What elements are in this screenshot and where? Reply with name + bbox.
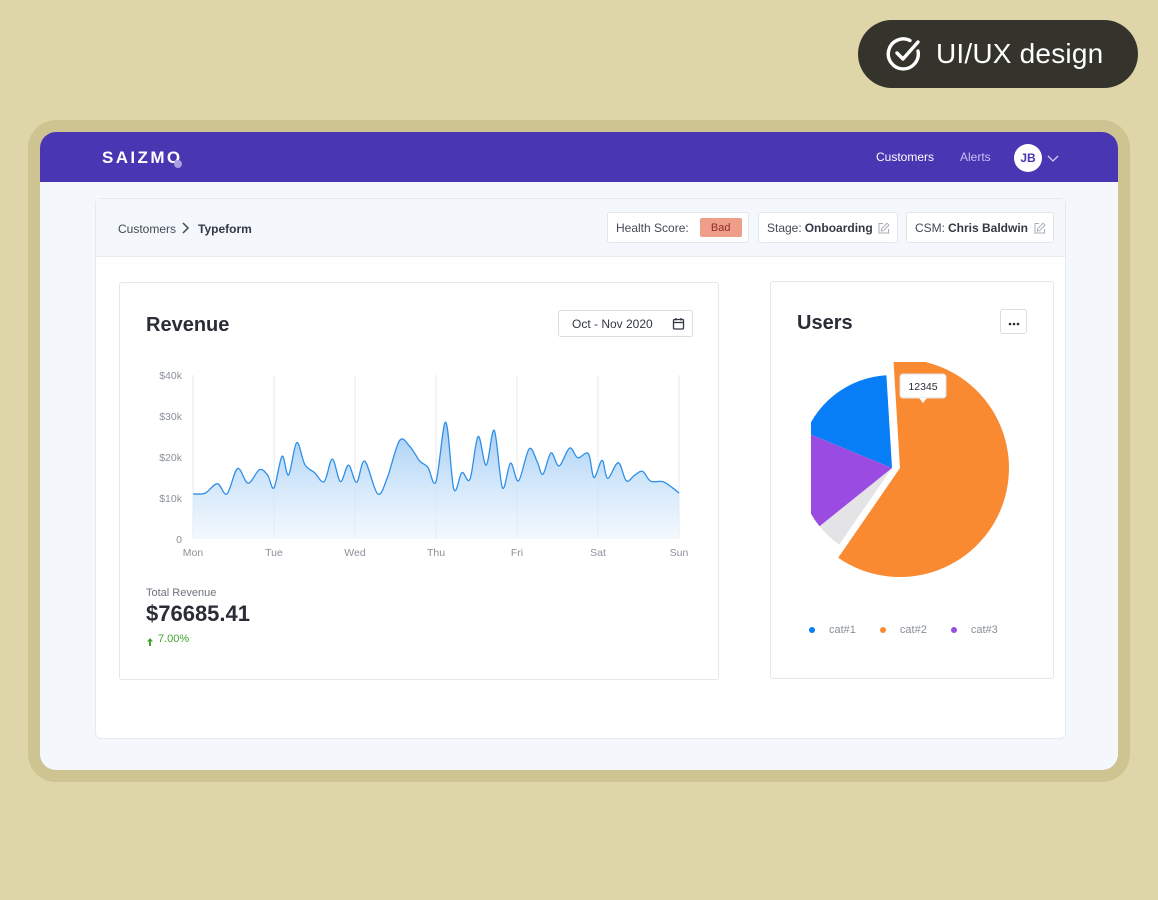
legend-label: cat#2: [899, 624, 927, 636]
legend-dot: [950, 627, 957, 633]
y-tick-2: $20k: [159, 452, 183, 464]
date-range-picker[interactable]: Oct - Nov 2020: [558, 310, 693, 337]
saizmo-logo[interactable]: SAIZMO: [102, 148, 183, 168]
more-options-icon: [1007, 313, 1021, 331]
stage-chip[interactable]: Stage: Onboarding: [758, 212, 898, 243]
health-status-badge: Bad: [699, 218, 742, 237]
y-tick-1: $10k: [159, 493, 183, 505]
customer-panel: Customers Typeform Health Score: Bad Sta…: [95, 198, 1066, 739]
stage-value: Onboarding: [804, 220, 873, 235]
legend-label: cat#1: [829, 624, 856, 636]
x-tick-sun: Sun: [670, 547, 689, 559]
legend-label: cat#3: [970, 624, 998, 636]
health-score-chip: Health Score: Bad: [607, 212, 749, 243]
x-tick-mon: Mon: [183, 547, 204, 559]
users-title: Users: [797, 312, 853, 334]
arrow-up-icon: [146, 634, 154, 646]
revenue-change: 7.00%: [158, 633, 190, 645]
ui-ux-design-badge: UI/UX design: [858, 20, 1138, 88]
health-score-label: Health Score:: [616, 220, 689, 235]
tooltip-value: 12345: [908, 381, 937, 393]
y-tick-0: 0: [176, 534, 182, 546]
users-card: Users 12345 cat#1 cat#2 cat#3: [770, 281, 1054, 679]
csm-label: CSM:: [915, 220, 945, 235]
pie-legend: cat#1 cat#2 cat#3: [809, 624, 1022, 636]
date-range-label: Oct - Nov 2020: [572, 316, 653, 331]
check-circle-icon: [884, 34, 924, 74]
edit-stage-icon[interactable]: [877, 222, 890, 235]
chevron-right-icon: [180, 221, 192, 235]
x-tick-fri: Fri: [511, 547, 523, 559]
legend-item-cat3[interactable]: cat#3: [950, 624, 998, 636]
y-tick-3: $30k: [159, 411, 183, 423]
chevron-down-icon[interactable]: [1046, 151, 1060, 165]
legend-dot: [809, 627, 815, 633]
revenue-card: Revenue Oct - Nov 2020 Mon Tue Wed Thu Fri Sa…: [119, 282, 719, 680]
csm-chip[interactable]: CSM: Chris Baldwin: [906, 212, 1054, 243]
stage-label: Stage:: [767, 220, 802, 235]
legend-item-cat1[interactable]: cat#1: [809, 624, 856, 636]
x-tick-sat: Sat: [590, 547, 606, 559]
total-revenue-value: $76685.41: [146, 601, 250, 626]
legend-item-cat2[interactable]: cat#2: [879, 624, 927, 636]
x-tick-tue: Tue: [265, 547, 283, 559]
user-avatar[interactable]: JB: [1014, 144, 1042, 172]
y-tick-4: $40k: [159, 370, 183, 382]
revenue-area-chart: Mon Tue Wed Thu Fri Sat Sun 0 $10k $20k $30k $40k: [159, 370, 689, 559]
legend-dot: [879, 627, 886, 633]
logo-dot-decoration: [174, 160, 182, 168]
breadcrumb-current: Typeform: [198, 222, 252, 236]
x-tick-thu: Thu: [427, 547, 445, 559]
more-options-button[interactable]: [1000, 309, 1027, 334]
calendar-icon: [672, 317, 685, 330]
revenue-title: Revenue: [146, 314, 230, 336]
csm-value: Chris Baldwin: [948, 220, 1029, 235]
app-window: SAIZMO Customers Alerts JB Customers Typ…: [40, 132, 1118, 770]
badge-label: UI/UX design: [936, 38, 1104, 69]
edit-csm-icon[interactable]: [1033, 222, 1046, 235]
total-revenue-label: Total Revenue: [146, 587, 217, 599]
customer-header: Customers Typeform Health Score: Bad Sta…: [96, 199, 1065, 257]
users-pie-chart: 12345: [811, 362, 1009, 577]
nav-link-customers[interactable]: Customers: [876, 150, 934, 164]
x-tick-wed: Wed: [344, 547, 366, 559]
top-navbar: SAIZMO Customers Alerts JB: [40, 132, 1118, 182]
breadcrumb-customers[interactable]: Customers: [118, 222, 176, 236]
nav-link-alerts[interactable]: Alerts: [960, 150, 991, 164]
